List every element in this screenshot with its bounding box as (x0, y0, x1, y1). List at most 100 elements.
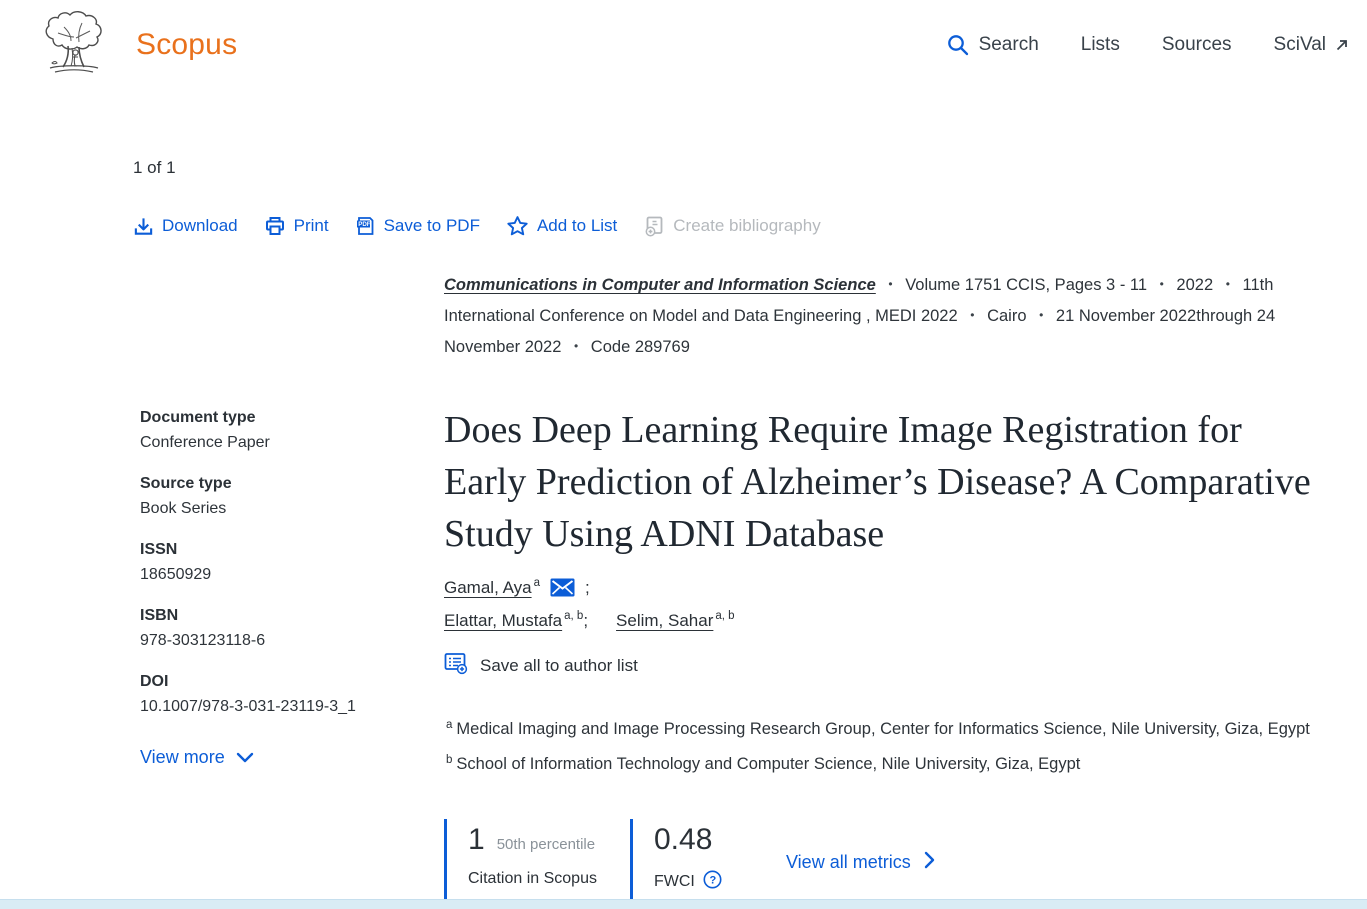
affiliation-text: School of Information Technology and Com… (456, 755, 1080, 773)
affiliation-text: Medical Imaging and Image Processing Res… (456, 720, 1309, 738)
create-bibliography-button[interactable]: Create bibliography (643, 215, 820, 237)
author-affiliation-sup: a, b (715, 610, 734, 622)
fwci-help-icon[interactable]: ? (703, 870, 722, 894)
document-section: Communications in Computer and Informati… (444, 269, 1347, 906)
nav-scival-label: SciVal (1274, 34, 1326, 56)
save-to-pdf-button[interactable]: PDF Save to PDF (355, 215, 480, 237)
field-label: DOI (140, 673, 444, 691)
fwci-metric: 0.48 FWCI ? (630, 819, 754, 906)
bullet-separator: • (1152, 277, 1172, 291)
author-separator: ; (585, 578, 590, 598)
chevron-right-icon (924, 851, 935, 874)
document-title: Does Deep Learning Require Image Registr… (444, 404, 1324, 560)
save-all-to-author-list-button[interactable]: Save all to author list (444, 652, 638, 680)
add-to-list-label: Add to List (537, 216, 617, 236)
pub-year: 2022 (1176, 276, 1213, 294)
bullet-separator: • (566, 339, 586, 353)
bullet-separator: • (1218, 277, 1238, 291)
author-line: Gamal, Ayaa ; (444, 578, 1347, 602)
top-nav: Search Lists Sources SciVal (946, 33, 1349, 57)
header: Scopus Search Lists Sources SciVal (0, 0, 1367, 90)
field-label: Document type (140, 409, 444, 427)
field-value: 978-303123118-6 (140, 632, 444, 650)
chevron-down-icon (236, 747, 254, 768)
document-toolbar: Download Print PDF (133, 215, 1347, 237)
author-list: Gamal, Ayaa ; Elatt (444, 578, 1347, 631)
publication-info: Communications in Computer and Informati… (444, 269, 1347, 362)
result-pager: 1 of 1 (133, 158, 1347, 178)
field-label: ISSN (140, 541, 444, 559)
affiliation-sup: b (446, 754, 452, 766)
svg-text:?: ? (709, 875, 716, 887)
view-all-metrics-link[interactable]: View all metrics (786, 851, 935, 874)
print-label: Print (294, 216, 329, 236)
cookie-banner-edge (0, 899, 1367, 909)
citation-count: 1 (468, 823, 485, 857)
fwci-value: 0.48 (654, 823, 712, 857)
author-separator: ; (583, 611, 588, 630)
scopus-document-detail-page: Scopus Search Lists Sources SciVal (0, 0, 1367, 906)
bullet-separator: • (962, 308, 982, 322)
view-more-button[interactable]: View more (140, 747, 254, 768)
add-to-list-button[interactable]: Add to List (506, 215, 617, 237)
fwci-label: FWCI (654, 873, 695, 891)
citation-label: Citation in Scopus (468, 870, 630, 888)
view-all-metrics-label: View all metrics (786, 852, 911, 873)
field-doi: DOI 10.1007/978-3-031-23119-3_1 (140, 673, 444, 716)
view-more-label: View more (140, 747, 225, 768)
scopus-wordmark: Scopus (136, 28, 237, 62)
pub-volume-pages: Volume 1751 CCIS, Pages 3 - 11 (905, 276, 1147, 294)
field-document-type: Document type Conference Paper (140, 409, 444, 452)
email-icon[interactable] (550, 578, 575, 602)
bullet-separator: • (880, 277, 900, 291)
field-issn: ISSN 18650929 (140, 541, 444, 584)
field-value: Book Series (140, 500, 444, 518)
field-value: 18650929 (140, 566, 444, 584)
field-value: Conference Paper (140, 434, 444, 452)
source-title-link[interactable]: Communications in Computer and Informati… (444, 276, 876, 294)
pub-conference-location: Cairo (987, 307, 1026, 325)
save-all-label: Save all to author list (480, 656, 638, 676)
affiliation-sup: a (446, 719, 452, 731)
save-to-pdf-label: Save to PDF (384, 216, 480, 236)
external-link-icon (1335, 38, 1349, 52)
field-label: Source type (140, 475, 444, 493)
metrics-bar: 1 50th percentile Citation in Scopus 0.4… (444, 819, 1347, 906)
author-list-add-icon (444, 652, 468, 680)
author-link-elattar-mustafa[interactable]: Elattar, Mustafa (444, 611, 562, 630)
pub-code: Code 289769 (591, 338, 690, 356)
svg-text:PDF: PDF (358, 221, 371, 228)
nav-search[interactable]: Search (946, 33, 1039, 57)
scopus-home-link[interactable]: Scopus (38, 11, 237, 80)
author-line: Elattar, Mustafaa, b; Selim, Sahara, b (444, 611, 1347, 631)
main-content: 1 of 1 Download (0, 158, 1367, 906)
field-value: 10.1007/978-3-031-23119-3_1 (140, 698, 444, 716)
print-icon (264, 215, 286, 237)
field-isbn: ISBN 978-303123118-6 (140, 607, 444, 650)
bibliography-icon (643, 215, 665, 237)
field-source-type: Source type Book Series (140, 475, 444, 518)
author-affiliation-sup: a (534, 577, 540, 589)
create-bibliography-label: Create bibliography (673, 216, 820, 236)
affiliation-b: b School of Information Technology and Co… (444, 749, 1347, 779)
author-link-gamal-aya[interactable]: Gamal, Aya (444, 578, 532, 597)
citation-percentile: 50th percentile (497, 836, 595, 853)
affiliation-list: a Medical Imaging and Image Processing Re… (444, 714, 1347, 779)
print-button[interactable]: Print (264, 215, 329, 237)
download-label: Download (162, 216, 238, 236)
elsevier-tree-logo (38, 11, 110, 80)
download-button[interactable]: Download (133, 216, 238, 237)
field-label: ISBN (140, 607, 444, 625)
pdf-file-icon: PDF (355, 215, 376, 237)
star-icon (506, 215, 529, 237)
bullet-separator: • (1031, 308, 1051, 322)
citation-metric: 1 50th percentile Citation in Scopus (444, 819, 630, 906)
document-details-sidebar: Document type Conference Paper Source ty… (133, 269, 444, 906)
nav-lists[interactable]: Lists (1081, 34, 1120, 56)
download-icon (133, 216, 154, 237)
nav-scival[interactable]: SciVal (1274, 34, 1349, 56)
author-link-selim-sahar[interactable]: Selim, Sahar (616, 611, 713, 630)
nav-sources[interactable]: Sources (1162, 34, 1232, 56)
affiliation-a: a Medical Imaging and Image Processing Re… (444, 714, 1347, 744)
search-icon (946, 33, 970, 57)
